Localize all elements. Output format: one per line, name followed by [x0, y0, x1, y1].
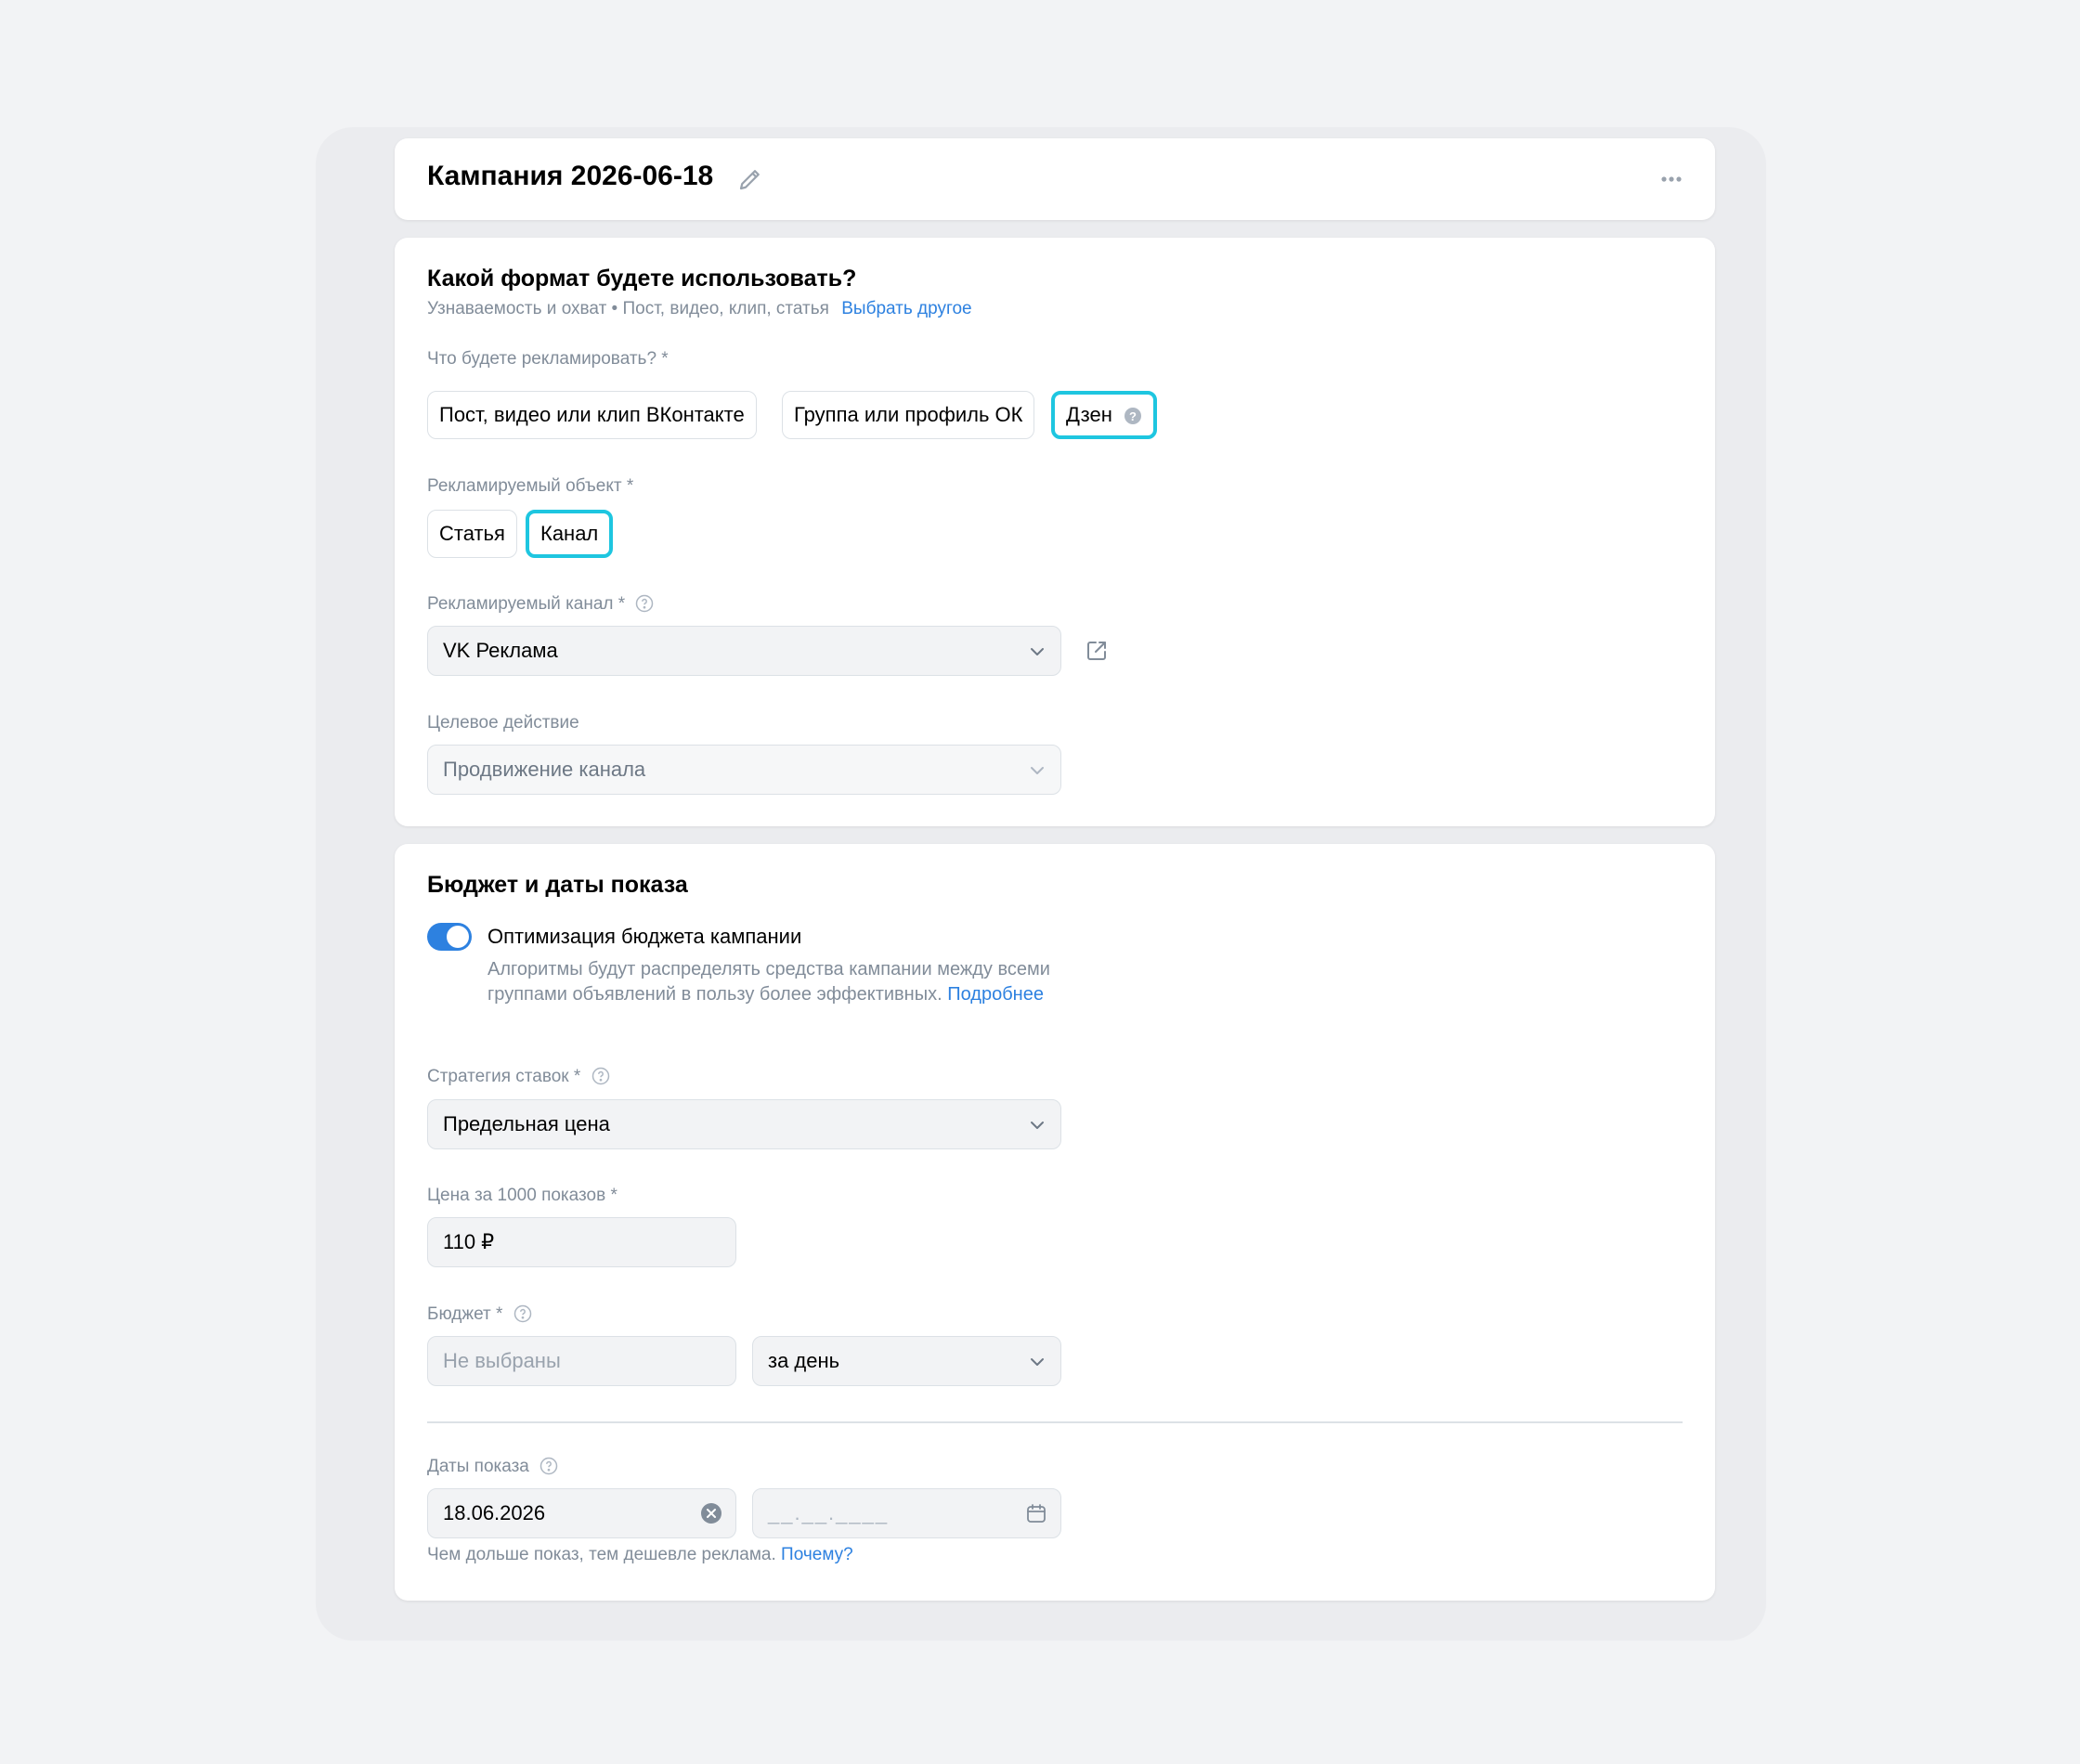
strategy-select[interactable]: Предельная цена — [427, 1099, 1061, 1149]
object-option-channel[interactable]: Канал — [526, 510, 614, 558]
date-start-value: 18.06.2026 — [443, 1501, 546, 1524]
channel-select[interactable]: VK Реклама — [427, 626, 1061, 676]
promote-option-vk-post[interactable]: Пост, видео или клип ВКонтакте — [427, 391, 757, 439]
optimization-description: Алгоритмы будут распределять средства ка… — [488, 957, 1072, 1007]
format-heading: Какой формат будете использовать? — [427, 266, 857, 292]
promote-option-ok-group[interactable]: Группа или профиль ОК — [782, 391, 1035, 439]
price-input[interactable]: 110 ₽ — [427, 1217, 736, 1267]
optimization-label: Оптимизация бюджета кампании — [488, 925, 802, 948]
budget-label-text: Бюджет * — [427, 1304, 503, 1324]
dates-label: Даты показа — [427, 1457, 558, 1477]
optimization-toggle[interactable] — [427, 923, 472, 951]
optimization-more-link[interactable]: Подробнее — [947, 984, 1044, 1005]
svg-text:?: ? — [1129, 409, 1137, 423]
strategy-label: Стратегия ставок * — [427, 1067, 610, 1087]
price-label: Цена за 1000 показов * — [427, 1186, 618, 1205]
budget-label: Бюджет * — [427, 1304, 532, 1325]
date-end-input[interactable]: __.__.____ — [752, 1488, 1061, 1538]
price-input-value: 110 ₽ — [443, 1230, 495, 1253]
format-section: Какой формат будете использовать? Узнава… — [395, 238, 1715, 826]
dates-hint-text: Чем дольше показ, тем дешевле реклама. — [427, 1545, 776, 1564]
help-icon[interactable] — [514, 1304, 532, 1323]
budget-amount-input[interactable]: Не выбраны — [427, 1336, 736, 1386]
budget-period-value: за день — [768, 1349, 840, 1372]
toggle-knob — [447, 926, 469, 948]
more-icon[interactable] — [1658, 166, 1684, 192]
chevron-down-icon — [1031, 1122, 1044, 1129]
object-option-article[interactable]: Статья — [427, 510, 517, 558]
promote-option-dzen-label: Дзен — [1066, 403, 1112, 426]
campaign-header: Кампания 2026-06-18 — [395, 138, 1715, 220]
format-subtitle: Узнаваемость и охват • Пост, видео, клип… — [427, 299, 972, 319]
clear-icon[interactable] — [700, 1502, 722, 1524]
external-link-icon[interactable] — [1084, 638, 1110, 664]
action-label: Целевое действие — [427, 713, 579, 733]
date-end-placeholder: __.__.____ — [768, 1501, 890, 1524]
section-divider — [427, 1421, 1683, 1423]
object-label: Рекламируемый объект * — [427, 476, 634, 496]
channel-select-value: VK Реклама — [443, 639, 558, 662]
help-icon[interactable] — [540, 1457, 558, 1475]
help-icon[interactable] — [592, 1067, 610, 1085]
chevron-down-icon — [1031, 767, 1044, 774]
channel-label-text: Рекламируемый канал * — [427, 594, 626, 614]
dates-hint: Чем дольше показ, тем дешевле реклама. П… — [427, 1545, 853, 1565]
change-format-link[interactable]: Выбрать другое — [841, 299, 971, 318]
dates-label-text: Даты показа — [427, 1457, 529, 1476]
chevron-down-icon — [1031, 648, 1044, 655]
help-icon[interactable] — [635, 594, 654, 613]
channel-label: Рекламируемый канал * — [427, 594, 654, 615]
promote-option-dzen[interactable]: Дзен ? — [1051, 391, 1157, 439]
action-select: Продвижение канала — [427, 745, 1061, 795]
strategy-select-value: Предельная цена — [443, 1112, 610, 1135]
budget-amount-placeholder: Не выбраны — [443, 1349, 561, 1372]
dates-hint-link[interactable]: Почему? — [781, 1545, 853, 1564]
date-start-input[interactable]: 18.06.2026 — [427, 1488, 736, 1538]
strategy-label-text: Стратегия ставок * — [427, 1067, 581, 1086]
budget-heading: Бюджет и даты показа — [427, 872, 688, 898]
promote-label: Что будете рекламировать? * — [427, 349, 669, 369]
budget-section: Бюджет и даты показа Оптимизация бюджета… — [395, 844, 1715, 1601]
format-subtitle-text: Узнаваемость и охват • Пост, видео, клип… — [427, 299, 829, 318]
calendar-icon[interactable] — [1025, 1502, 1047, 1524]
budget-period-select[interactable]: за день — [752, 1336, 1061, 1386]
action-select-value: Продвижение канала — [443, 758, 646, 781]
edit-pencil-icon[interactable] — [736, 165, 764, 193]
help-icon: ? — [1124, 408, 1141, 424]
campaign-title: Кампания 2026-06-18 — [427, 161, 714, 191]
chevron-down-icon — [1031, 1358, 1044, 1366]
